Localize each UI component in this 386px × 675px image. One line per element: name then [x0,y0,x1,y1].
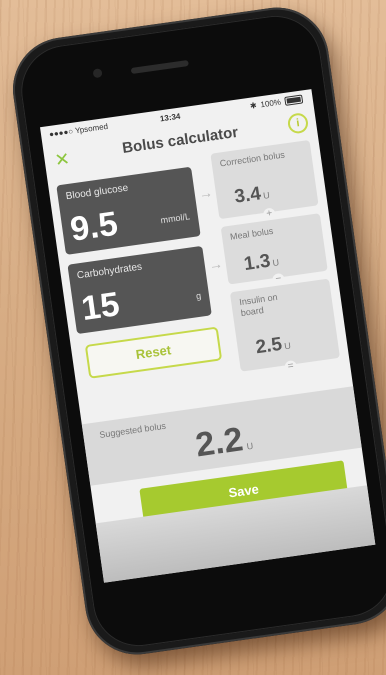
clock: 13:34 [159,111,181,124]
arrow-right-icon: → [197,183,214,202]
carbohydrates-unit: g [195,290,202,302]
carbohydrates-label: Carbohydrates [76,261,143,282]
blood-glucose-value: 9.5 [67,204,121,249]
suggested-bolus-value-row: 2.2U [193,419,255,466]
blood-glucose-field[interactable]: Blood glucose 9.5 mmol/L [56,166,201,255]
correction-bolus-unit: U [262,190,271,201]
blood-glucose-label: Blood glucose [65,182,129,203]
suggested-bolus-label: Suggested bolus [98,420,167,440]
meal-bolus-value-row: 1.3U [243,249,281,276]
battery-icon [284,94,304,106]
insulin-on-board-label: Insulin on board [238,291,279,319]
correction-bolus-label: Correction bolus [219,149,286,169]
carbohydrates-field[interactable]: Carbohydrates 15 g [67,245,212,335]
carrier-label: ●●●●○ Ypsomed [48,121,109,140]
insulin-on-board-card: Insulin on board 2.5U [229,278,341,372]
equals-operator: = [284,359,298,374]
meal-bolus-label: Meal bolus [229,225,274,242]
meal-bolus-value: 1.3 [242,250,272,276]
suggested-bolus-value: 2.2 [193,420,246,465]
suggested-bolus-unit: U [246,440,254,452]
front-camera [92,68,103,79]
earpiece-speaker [130,59,189,75]
meal-bolus-unit: U [271,257,280,269]
correction-bolus-value-row: 3.4U [233,182,271,209]
insulin-on-board-value-row: 2.5U [254,333,292,360]
status-right: ✱ 100% [249,94,304,111]
correction-bolus-card: Correction bolus 3.4U [210,139,319,220]
blood-glucose-unit: mmol/L [159,211,191,226]
phone-device: ●●●●○ Ypsomed 13:34 ✱ 100% ✕ Bolus calcu… [6,0,386,662]
battery-percent: 100% [259,97,282,110]
carbohydrates-value: 15 [79,285,122,329]
reset-button[interactable]: Reset [84,326,223,379]
insulin-on-board-value: 2.5 [254,333,284,359]
app-screen: ●●●●○ Ypsomed 13:34 ✱ 100% ✕ Bolus calcu… [40,89,376,583]
arrow-right-icon: → [207,255,224,274]
correction-bolus-value: 3.4 [233,183,263,208]
bluetooth-icon: ✱ [249,100,258,111]
insulin-on-board-unit: U [283,340,292,352]
